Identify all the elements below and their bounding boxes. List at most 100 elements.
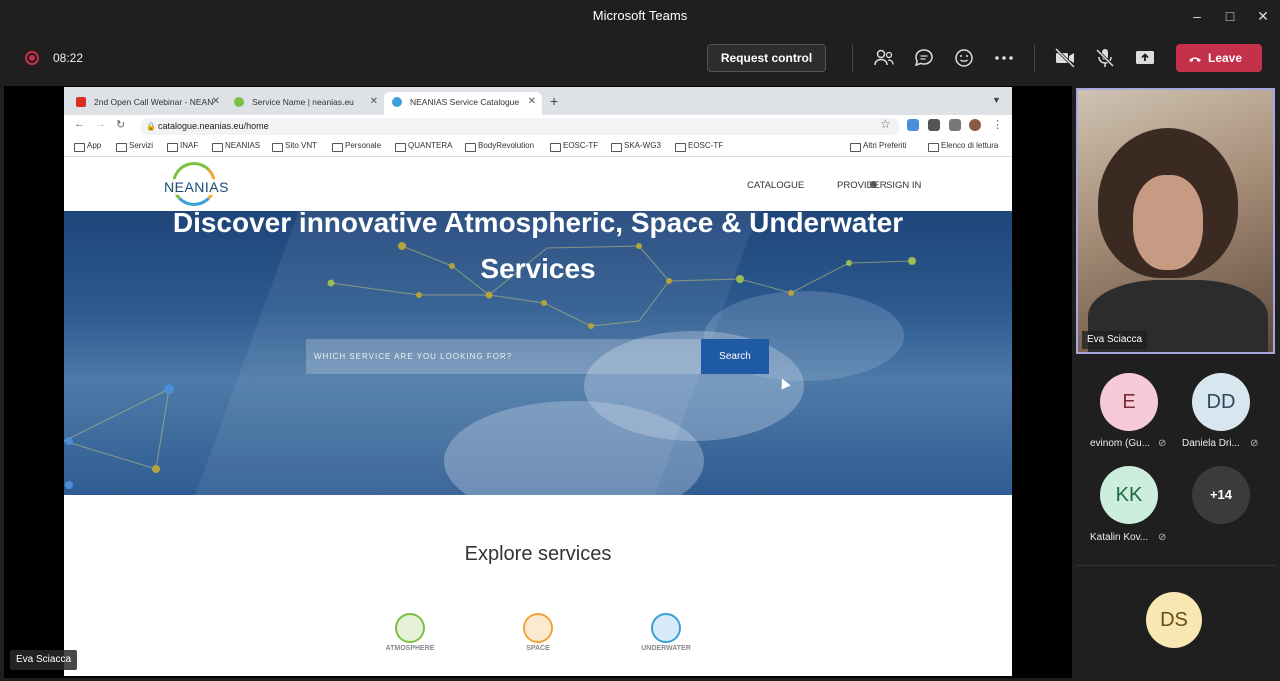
toolbar-divider [1034, 44, 1035, 72]
participant-name: Daniela Dri... [1182, 438, 1240, 449]
back-icon[interactable]: ← [74, 118, 85, 130]
explore-title: Explore services [464, 543, 612, 565]
bookmark-eosc-tf-2[interactable]: EOSC-TF [675, 141, 723, 152]
tab-service-catalogue[interactable]: NEANIAS Service Catalogue ✕ [384, 92, 542, 115]
window-title-bar: Microsoft Teams – □ ✕ [0, 0, 1280, 32]
tab-strip: 2nd Open Call Webinar - NEAN ✕ Service N… [64, 87, 1012, 115]
window-title: Microsoft Teams [592, 8, 688, 23]
tab-label: NEANIAS Service Catalogue [410, 97, 520, 107]
bookmarks-bar: App Servizi INAF NEANIAS Sito VNT Person… [64, 138, 1012, 157]
mic-off-icon: ⊘ [1158, 438, 1167, 449]
neanias-logo[interactable]: NEANIAS [164, 162, 229, 208]
category-label: ATMOSPHERE [385, 645, 435, 652]
bookmark-personale[interactable]: Personale [332, 141, 381, 152]
hero-title-line2: Services [480, 253, 596, 284]
browser-menu-icon[interactable]: ⋮ [992, 118, 1003, 131]
bookmark-altri-preferiti[interactable]: Altri Preferiti [850, 141, 907, 152]
avatar[interactable]: KK [1100, 466, 1158, 524]
chevron-down-icon[interactable]: ▼ [992, 95, 1001, 105]
bookmark-sito-vnt[interactable]: Sito VNT [272, 141, 317, 152]
address-bar[interactable]: 🔒 catalogue.neanias.eu/home [140, 118, 900, 135]
category-atmosphere[interactable]: ATMOSPHERE [375, 613, 445, 652]
explore-section: Explore services ATMOSPHERE SPACE UNDERW… [64, 495, 1012, 676]
nav-sign-in[interactable]: SIGN IN [886, 180, 921, 191]
bookmark-eosc-tf[interactable]: EOSC-TF [550, 141, 598, 152]
tab-close-icon[interactable]: ✕ [370, 92, 378, 112]
avatar[interactable]: DD [1192, 373, 1250, 431]
mic-off-icon: ⊘ [1250, 438, 1259, 449]
maximize-icon[interactable]: □ [1220, 6, 1240, 26]
puzzle-icon[interactable] [949, 119, 961, 131]
bookmark-neanias[interactable]: NEANIAS [212, 141, 260, 152]
meeting-timer: 08:22 [53, 51, 84, 65]
forward-icon[interactable]: → [95, 118, 106, 130]
video-name-tag: Eva Sciacca [1082, 331, 1148, 349]
minimize-icon[interactable]: – [1187, 6, 1207, 26]
avatar[interactable]: E [1100, 373, 1158, 431]
user-icon: ☻ [867, 177, 880, 191]
tab-webinar[interactable]: 2nd Open Call Webinar - NEAN ✕ [68, 92, 226, 115]
lock-icon: 🔒 [146, 122, 156, 131]
extension-icon[interactable] [928, 119, 940, 131]
reload-icon[interactable]: ↻ [116, 118, 125, 131]
more-options-icon[interactable] [992, 46, 1016, 70]
gmail-icon [76, 97, 86, 107]
participants-icon[interactable] [872, 46, 896, 70]
presenter-name-tag: Eva Sciacca [10, 650, 78, 670]
bookmark-inaf[interactable]: INAF [167, 141, 198, 152]
meeting-toolbar: 08:22 Request control Leave [0, 32, 1280, 84]
camera-off-icon[interactable] [1053, 46, 1077, 70]
category-space[interactable]: SPACE [503, 613, 573, 652]
browser-window: 2nd Open Call Webinar - NEAN ✕ Service N… [64, 87, 1012, 676]
panel-divider [1076, 565, 1276, 566]
search-button[interactable]: Search [701, 339, 769, 374]
neanias-favicon-icon [234, 97, 244, 107]
nav-catalogue[interactable]: CATALOGUE [747, 180, 804, 191]
tab-label: Service Name | neanias.eu [252, 97, 354, 107]
bookmark-servizi[interactable]: Servizi [116, 141, 153, 152]
chat-icon[interactable] [912, 46, 936, 70]
category-label: UNDERWATER [641, 645, 691, 652]
service-search-input[interactable]: WHICH SERVICE ARE YOU LOOKING FOR? [306, 339, 701, 374]
leave-label: Leave [1208, 51, 1243, 65]
share-screen-icon[interactable] [1133, 46, 1157, 70]
browser-toolbar: ← → ↻ 🔒 catalogue.neanias.eu/home ☆ ⋮ [64, 115, 1012, 138]
rainbow-favicon-icon [392, 97, 402, 107]
bookmark-elenco-di-lettura[interactable]: Elenco di lettura [928, 141, 998, 152]
bookmark-ska-wg3[interactable]: SKA-WG3 [611, 141, 661, 152]
avatar[interactable]: DS [1146, 592, 1202, 648]
mic-off-icon: ⊘ [1158, 532, 1167, 543]
phone-hangup-icon [1189, 57, 1201, 62]
recording-icon [25, 51, 39, 65]
atmosphere-icon [395, 613, 425, 643]
toolbar-divider [852, 44, 853, 72]
extension-translate-icon[interactable] [907, 119, 919, 131]
request-control-button[interactable]: Request control [707, 44, 826, 72]
mic-off-icon[interactable] [1093, 46, 1117, 70]
leave-button[interactable]: Leave [1176, 44, 1262, 72]
participant-video[interactable] [1076, 88, 1275, 354]
tab-close-icon[interactable]: ✕ [212, 92, 220, 112]
space-planet-icon [523, 613, 553, 643]
logo-text: NEANIAS [164, 179, 229, 195]
underwater-submarine-icon [651, 613, 681, 643]
bookmark-apps[interactable]: App [74, 141, 101, 152]
participant-name: evinom (Gu... [1090, 438, 1151, 449]
hero-title-line1: Discover innovative Atmospheric, Space &… [172, 211, 904, 238]
hero-banner: Discover innovative Atmospheric, Space &… [64, 211, 1012, 495]
category-label: SPACE [526, 645, 550, 652]
category-underwater[interactable]: UNDERWATER [631, 613, 701, 652]
more-participants-button[interactable]: +14 [1192, 466, 1250, 524]
raise-hand-icon[interactable] [952, 46, 976, 70]
star-icon[interactable]: ☆ [880, 117, 891, 131]
tab-service-name[interactable]: Service Name | neanias.eu ✕ [226, 92, 384, 115]
site-header: NEANIAS CATALOGUE PROVIDER ☻ SIGN IN [64, 158, 1012, 211]
url-text: catalogue.neanias.eu/home [158, 121, 269, 131]
bookmark-quantera[interactable]: QUANTERA [395, 141, 452, 152]
video-face [1133, 175, 1203, 270]
close-icon[interactable]: ✕ [1253, 6, 1273, 26]
tab-close-icon[interactable]: ✕ [528, 92, 536, 112]
profile-avatar[interactable] [969, 119, 981, 131]
new-tab-icon[interactable]: + [550, 93, 558, 109]
bookmark-bodyrevolution[interactable]: BodyRevolution [465, 141, 534, 152]
